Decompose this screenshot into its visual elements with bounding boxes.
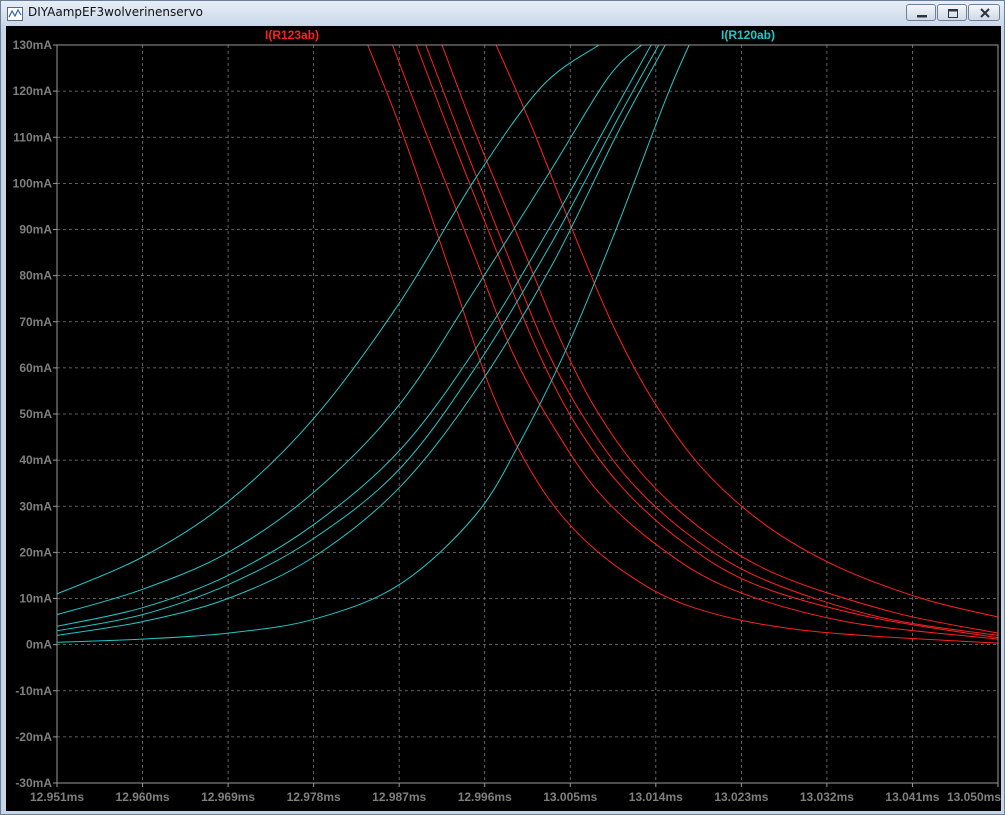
trace-i-r120ab--2[interactable] xyxy=(57,45,642,616)
x-tick-label: 13.041ms xyxy=(885,790,939,804)
trace-i-r120ab--3[interactable] xyxy=(57,45,652,627)
x-tick-label: 12.996ms xyxy=(458,790,512,804)
y-tick-label: 50mA xyxy=(19,407,52,421)
y-tick-label: -20mA xyxy=(15,730,52,744)
y-tick-label: 90mA xyxy=(19,223,52,237)
grid xyxy=(57,45,998,783)
y-tick-label: 80mA xyxy=(19,269,52,283)
app-window: DIYAampEF3wolverinenservo 130mA 120mA 110m… xyxy=(0,0,1005,815)
x-tick-label: 12.987ms xyxy=(372,790,426,804)
x-tick-label: 12.960ms xyxy=(116,790,170,804)
y-tick-label: 120mA xyxy=(13,84,53,98)
title-bar[interactable]: DIYAampEF3wolverinenservo xyxy=(1,1,1004,25)
y-tick-label: 0mA xyxy=(26,638,52,652)
minimize-button[interactable] xyxy=(906,4,936,21)
x-tick-label: 13.005ms xyxy=(543,790,597,804)
trace-i-r120ab--1[interactable] xyxy=(57,45,600,595)
trace-i-r120ab--6[interactable] xyxy=(57,45,690,643)
trace-i-r123ab--1[interactable] xyxy=(367,45,998,644)
y-tick-label: -10mA xyxy=(15,684,52,698)
close-button[interactable] xyxy=(968,4,1000,21)
y-tick-label: 20mA xyxy=(19,545,52,559)
traces xyxy=(57,45,999,644)
x-tick-label: 13.050ms xyxy=(947,790,1001,804)
trace-i-r123ab--6[interactable] xyxy=(495,45,998,618)
y-tick-label: 60mA xyxy=(19,361,52,375)
x-tick-label: 13.032ms xyxy=(800,790,854,804)
trace-i-r123ab--5[interactable] xyxy=(441,45,998,634)
y-tick-label: 110mA xyxy=(13,130,52,144)
waveform-plot[interactable]: 130mA 120mA 110mA 100mA 90mA 80mA 70mA 60mA 50mA… xyxy=(6,26,1001,811)
x-tick-label: 12.978ms xyxy=(287,790,341,804)
y-tick-label: 100mA xyxy=(13,176,53,190)
y-tick-label: 10mA xyxy=(19,592,52,606)
y-axis-ticks: 130mA 120mA 110mA 100mA 90mA 80mA 70mA 60mA 50mA… xyxy=(13,38,57,790)
y-tick-label: 130mA xyxy=(13,38,53,52)
x-axis-ticks: 12.951ms 12.960ms 12.969ms 12.978ms 12.987ms… xyxy=(30,783,1001,804)
legend-label[interactable]: I(R123ab) xyxy=(265,28,319,42)
waveform-viewer-icon xyxy=(7,6,23,21)
x-tick-label: 13.023ms xyxy=(714,790,768,804)
plot-pane[interactable]: 130mA 120mA 110mA 100mA 90mA 80mA 70mA 60mA 50mA… xyxy=(6,26,1001,811)
trace-i-r120ab--4[interactable] xyxy=(57,45,660,632)
y-tick-label: 30mA xyxy=(19,499,52,513)
maximize-icon xyxy=(948,9,958,18)
close-icon xyxy=(980,8,990,18)
y-tick-label: -30mA xyxy=(15,776,52,790)
trace-i-r120ab--5[interactable] xyxy=(57,45,666,636)
legend-label[interactable]: I(R120ab) xyxy=(721,28,775,42)
trace-i-r123ab--3[interactable] xyxy=(415,45,998,639)
legend: I(R123ab) I(R120ab) xyxy=(265,28,775,42)
x-tick-label: 13.014ms xyxy=(629,790,683,804)
minimize-icon xyxy=(917,15,927,18)
y-tick-label: 70mA xyxy=(19,315,52,329)
trace-i-r123ab--2[interactable] xyxy=(392,45,999,640)
x-tick-label: 12.969ms xyxy=(201,790,255,804)
y-tick-label: 40mA xyxy=(19,453,52,467)
x-tick-label: 12.951ms xyxy=(30,790,84,804)
maximize-button[interactable] xyxy=(937,4,967,21)
window-title: DIYAampEF3wolverinenservo xyxy=(28,5,204,19)
